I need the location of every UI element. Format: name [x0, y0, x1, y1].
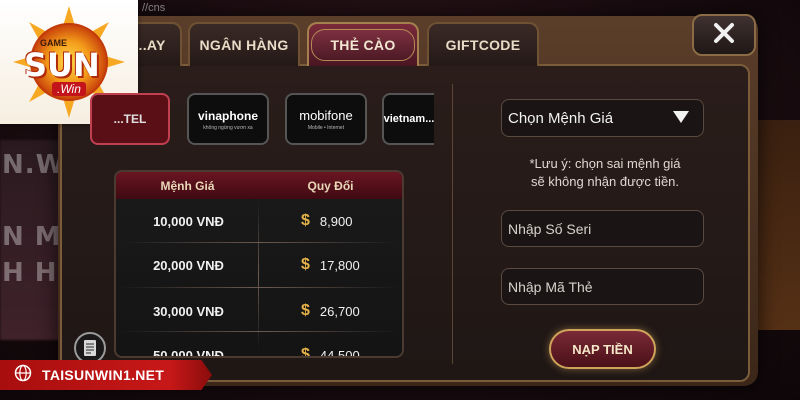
note-line: *Lưu ý: chọn sai mệnh giá: [529, 156, 681, 171]
table-divider: [120, 287, 400, 288]
tab-scratch-card[interactable]: THẺ CÀO: [307, 22, 419, 66]
exchange-amount: 8,900: [319, 213, 353, 229]
coin-icon: $: [301, 212, 310, 229]
provider-slogan: Mobile • Internet: [307, 125, 345, 131]
tab-giftcode[interactable]: GIFTCODE: [427, 22, 539, 66]
note-line: sẽ không nhận được tiền.: [530, 174, 680, 189]
provider-viettel[interactable]: ...TEL: [90, 93, 170, 145]
provider-label: ...TEL: [113, 112, 147, 126]
coin-icon: $: [301, 302, 310, 319]
table-row: 10,000 VNĐ $8,900: [116, 201, 402, 241]
chevron-down-icon: [673, 110, 689, 127]
provider-label: vietnam...: [383, 113, 434, 125]
column-separator: [452, 84, 453, 364]
column-header-exchange: Quy Đổi: [307, 178, 354, 193]
rates-table: Mệnh Giá Quy Đổi 10,000 VNĐ $8,900 20,00…: [114, 170, 404, 358]
coin-icon: $: [301, 256, 310, 273]
coin-icon: $: [301, 346, 310, 358]
site-url: TAISUNWIN1.NET: [42, 367, 165, 383]
column-header-value: Mệnh Giá: [160, 178, 215, 193]
provider-label: vinaphone: [197, 109, 258, 123]
card-value: 30,000 VNĐ: [153, 303, 224, 319]
card-value: 50,000 VNĐ: [153, 347, 224, 358]
provider-label: mobifone: [299, 108, 353, 123]
submit-label: NẠP TIỀN: [572, 341, 633, 357]
tab-bank[interactable]: NGÂN HÀNG: [188, 22, 300, 66]
tab-label: NGÂN HÀNG: [199, 37, 289, 53]
tab-label: ...AY: [134, 37, 166, 53]
url-fragment: //cns: [142, 2, 166, 14]
select-label: Chọn Mệnh Giá: [508, 109, 614, 127]
table-row: 20,000 VNĐ $17,800: [116, 245, 402, 285]
table-divider: [258, 200, 259, 350]
exchange-amount: 26,700: [319, 303, 360, 319]
submit-button[interactable]: NẠP TIỀN: [549, 329, 656, 369]
warning-note: *Lưu ý: chọn sai mệnh giá sẽ không nhận …: [460, 155, 750, 191]
table-row: 30,000 VNĐ $26,700: [116, 291, 402, 331]
serial-input[interactable]: Nhập Số Seri: [501, 210, 704, 247]
table-divider: [120, 242, 400, 243]
logo-brand-text: SUN: [24, 46, 100, 84]
table-header: Mệnh Giá Quy Đổi: [116, 172, 402, 199]
tab-label: THẺ CÀO: [311, 29, 415, 61]
card-code-input[interactable]: Nhập Mã Thẻ: [501, 268, 704, 305]
provider-slogan: không ngừng vươn xa: [203, 125, 253, 131]
site-banner[interactable]: TAISUNWIN1.NET: [0, 360, 212, 390]
close-icon: [713, 22, 735, 49]
globe-icon: [14, 364, 32, 387]
card-value: 10,000 VNĐ: [153, 213, 224, 229]
table-divider: [120, 331, 400, 332]
provider-vinaphone[interactable]: vinaphone không ngừng vươn xa: [187, 93, 269, 145]
table-row: 50,000 VNĐ $44,500: [116, 335, 402, 358]
denomination-select[interactable]: Chọn Mệnh Giá: [501, 99, 704, 137]
exchange-amount: 44,500: [319, 347, 360, 358]
document-icon[interactable]: [74, 332, 106, 364]
close-button[interactable]: [692, 14, 756, 56]
card-code-placeholder: Nhập Mã Thẻ: [508, 278, 593, 295]
card-value: 20,000 VNĐ: [153, 257, 224, 273]
provider-vietnamobile[interactable]: vietnam...: [382, 93, 434, 145]
logo-sub-text: .Win: [52, 82, 86, 96]
tab-label: GIFTCODE: [445, 37, 521, 53]
provider-mobifone[interactable]: mobifone Mobile • Internet: [285, 93, 367, 145]
serial-placeholder: Nhập Số Seri: [508, 220, 592, 237]
exchange-amount: 17,800: [319, 257, 360, 273]
